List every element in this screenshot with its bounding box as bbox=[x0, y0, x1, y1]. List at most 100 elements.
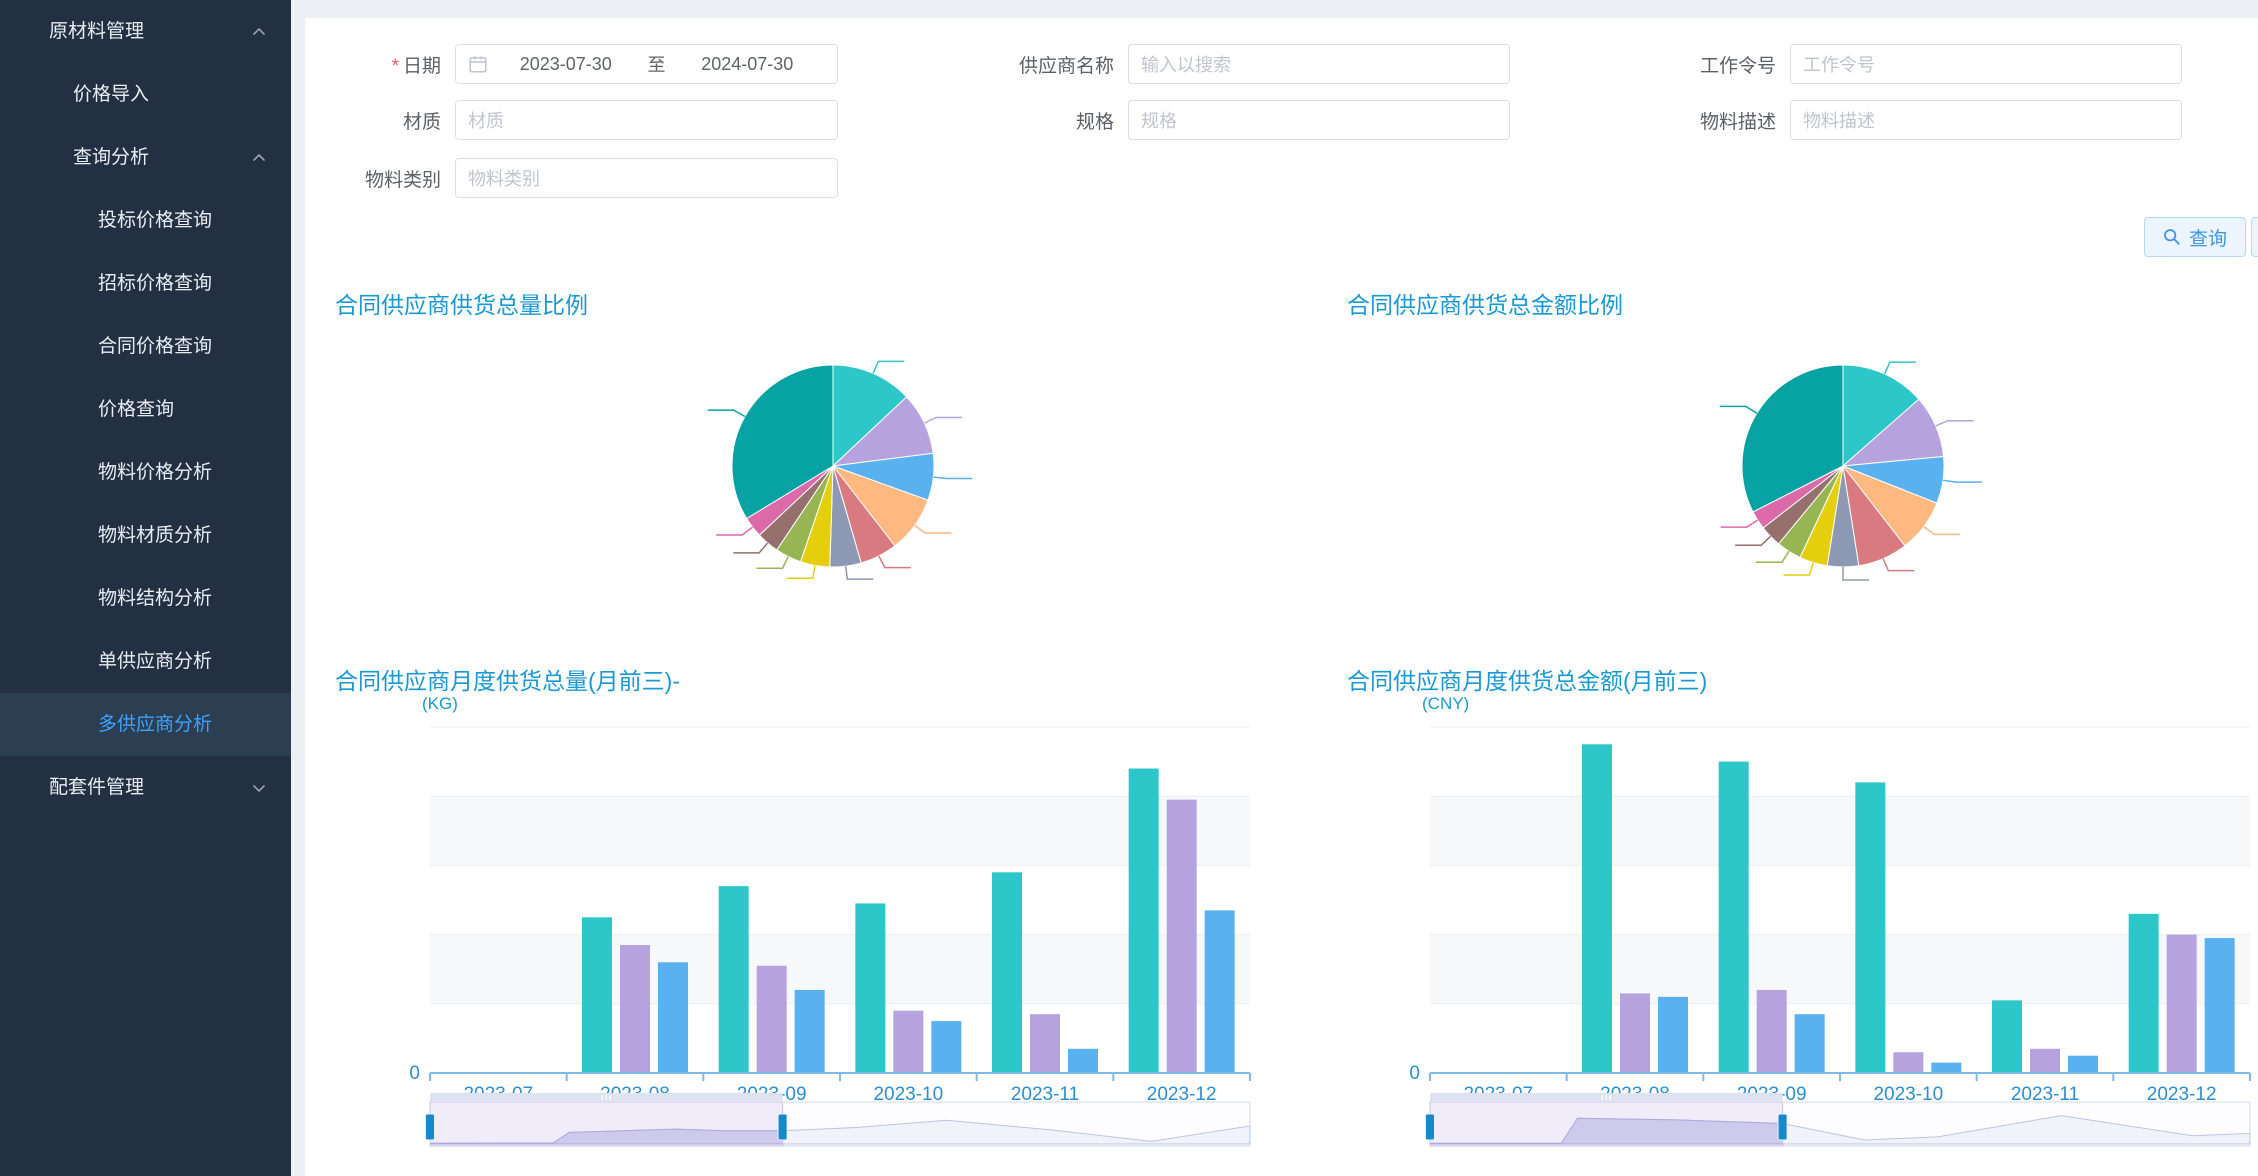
split-area-band bbox=[430, 935, 1250, 1004]
input-placeholder: 材质 bbox=[468, 107, 504, 133]
bar-2023-11-s1[interactable] bbox=[1030, 1014, 1060, 1073]
bar-2023-09-s0[interactable] bbox=[1719, 762, 1749, 1073]
bar-2023-09-s1[interactable] bbox=[757, 966, 787, 1073]
bar-amt-title: 合同供应商月度供货总金额(月前三) bbox=[1347, 662, 1707, 696]
text-input-4[interactable]: 规格 bbox=[1128, 100, 1510, 140]
pie-label-line-4 bbox=[1883, 559, 1914, 571]
sidebar-item-2[interactable]: 查询分析 bbox=[0, 126, 291, 189]
bar-2023-10-s0[interactable] bbox=[1855, 782, 1885, 1073]
move-handle-grip bbox=[606, 1095, 608, 1100]
bar-qty-title: 合同供应商月度供货总量(月前三)- bbox=[335, 662, 680, 696]
pie-label-line-6 bbox=[787, 565, 815, 578]
pie-chart-supply-quantity bbox=[613, 316, 1053, 616]
sidebar-item-label: 多供应商分析 bbox=[98, 714, 212, 735]
bar-2023-08-s1[interactable] bbox=[620, 945, 650, 1073]
zoom-slider-handle-right[interactable] bbox=[778, 1114, 787, 1140]
bar-2023-08-s0[interactable] bbox=[582, 917, 612, 1073]
pie-label-line-9 bbox=[1721, 520, 1758, 527]
text-input-2[interactable]: 工作令号 bbox=[1790, 44, 2182, 84]
bar-2023-10-s1[interactable] bbox=[1893, 1052, 1923, 1073]
pie-label-line-2 bbox=[1943, 480, 1982, 482]
query-button[interactable]: 查询 bbox=[2144, 217, 2246, 257]
bar-2023-09-s0[interactable] bbox=[719, 886, 749, 1073]
bar-2023-12-s0[interactable] bbox=[1129, 769, 1159, 1073]
form-field-2: 工作令号工作令号 bbox=[1640, 44, 2182, 84]
sidebar-item-label: 原材料管理 bbox=[49, 21, 144, 42]
field-label: 工作令号 bbox=[1640, 51, 1790, 78]
bar-2023-10-s0[interactable] bbox=[855, 903, 885, 1073]
sidebar-menu: 原材料管理价格导入查询分析投标价格查询招标价格查询合同价格查询价格查询物料价格分… bbox=[0, 0, 291, 1176]
bar-2023-11-s2[interactable] bbox=[2068, 1056, 2098, 1073]
zoom-slider-selection[interactable] bbox=[430, 1102, 783, 1146]
bar-2023-11-s2[interactable] bbox=[1068, 1049, 1098, 1073]
date-start-value: 2023-07-30 bbox=[488, 54, 644, 75]
bar-2023-09-s2[interactable] bbox=[1795, 1014, 1825, 1073]
text-input-1[interactable]: 输入以搜索 bbox=[1128, 44, 1510, 84]
bar-chart-monthly-amount: (CNY)02023-072023-082023-092023-102023-1… bbox=[1382, 693, 2258, 1158]
sidebar-item-1[interactable]: 价格导入 bbox=[0, 63, 291, 126]
bar-2023-12-s0[interactable] bbox=[2129, 914, 2159, 1073]
sidebar-item-3[interactable]: 投标价格查询 bbox=[0, 189, 291, 252]
query-button-label: 查询 bbox=[2189, 224, 2227, 251]
sidebar-item-7[interactable]: 物料价格分析 bbox=[0, 441, 291, 504]
date-end-value: 2024-07-30 bbox=[670, 54, 826, 75]
bar-2023-08-s0[interactable] bbox=[1582, 744, 1612, 1073]
sidebar-item-label: 物料材质分析 bbox=[98, 525, 212, 546]
bar-2023-11-s1[interactable] bbox=[2030, 1049, 2060, 1073]
text-input-5[interactable]: 物料描述 bbox=[1790, 100, 2182, 140]
bar-2023-08-s1[interactable] bbox=[1620, 993, 1650, 1073]
form-field-4: 规格规格 bbox=[968, 100, 1510, 140]
sidebar-item-0[interactable]: 原材料管理 bbox=[0, 0, 291, 63]
input-placeholder: 物料描述 bbox=[1803, 107, 1875, 133]
field-label: *日期 bbox=[305, 51, 455, 78]
form-field-5: 物料描述物料描述 bbox=[1640, 100, 2182, 140]
sidebar-item-label: 合同价格查询 bbox=[98, 336, 212, 357]
bar-2023-12-s2[interactable] bbox=[2205, 938, 2235, 1073]
move-handle-grip bbox=[1606, 1095, 1608, 1100]
form-field-1: 供应商名称输入以搜索 bbox=[968, 44, 1510, 84]
pie-label-line-1 bbox=[1936, 421, 1974, 426]
chevron-up-icon bbox=[251, 24, 267, 40]
main-content: *日期2023-07-30至2024-07-30 供应商名称输入以搜索 工作令号工作… bbox=[291, 0, 2258, 1176]
required-mark: * bbox=[392, 56, 399, 77]
zoom-slider-handle-right[interactable] bbox=[1778, 1114, 1787, 1140]
sidebar-item-6[interactable]: 价格查询 bbox=[0, 378, 291, 441]
bar-2023-09-s2[interactable] bbox=[795, 990, 825, 1073]
sidebar-item-12[interactable]: 配套件管理 bbox=[0, 756, 291, 819]
sidebar-item-label: 配套件管理 bbox=[49, 777, 144, 798]
bar-chart-monthly-quantity: (KG)02023-072023-082023-092023-102023-11… bbox=[382, 693, 1282, 1158]
pie-label-line-5 bbox=[1843, 567, 1869, 580]
sidebar-item-9[interactable]: 物料结构分析 bbox=[0, 567, 291, 630]
move-handle-grip bbox=[610, 1095, 612, 1100]
sidebar-item-label: 投标价格查询 bbox=[98, 210, 212, 231]
date-range-input[interactable]: 2023-07-30至2024-07-30 bbox=[455, 44, 838, 84]
text-input-3[interactable]: 材质 bbox=[455, 100, 838, 140]
zoom-slider-selection[interactable] bbox=[1430, 1102, 1783, 1146]
pie-label-line-6 bbox=[1784, 563, 1814, 576]
bar-2023-08-s2[interactable] bbox=[1658, 997, 1688, 1073]
bar-2023-12-s1[interactable] bbox=[1167, 800, 1197, 1073]
bar-2023-11-s0[interactable] bbox=[992, 872, 1022, 1073]
input-placeholder: 物料类别 bbox=[468, 165, 540, 191]
zoom-slider-handle-left[interactable] bbox=[1426, 1114, 1435, 1140]
sidebar-item-8[interactable]: 物料材质分析 bbox=[0, 504, 291, 567]
bar-2023-08-s2[interactable] bbox=[658, 962, 688, 1073]
bar-2023-10-s2[interactable] bbox=[931, 1021, 961, 1073]
split-area-band bbox=[430, 796, 1250, 865]
bar-2023-10-s2[interactable] bbox=[1931, 1063, 1961, 1073]
partial-button[interactable] bbox=[2251, 217, 2258, 257]
zoom-slider-handle-left[interactable] bbox=[426, 1114, 435, 1140]
y-axis-zero-label: 0 bbox=[1409, 1063, 1420, 1084]
bar-2023-09-s1[interactable] bbox=[1757, 990, 1787, 1073]
sidebar-item-11[interactable]: 多供应商分析 bbox=[0, 693, 291, 756]
sidebar-item-5[interactable]: 合同价格查询 bbox=[0, 315, 291, 378]
bar-2023-10-s1[interactable] bbox=[893, 1011, 923, 1073]
bar-2023-12-s1[interactable] bbox=[2167, 935, 2197, 1073]
bar-2023-11-s0[interactable] bbox=[1992, 1000, 2022, 1073]
pie-label-line-2 bbox=[933, 477, 972, 478]
sidebar-item-10[interactable]: 单供应商分析 bbox=[0, 630, 291, 693]
text-input-6[interactable]: 物料类别 bbox=[455, 158, 838, 198]
bar-2023-12-s2[interactable] bbox=[1205, 910, 1235, 1073]
sidebar-item-label: 物料结构分析 bbox=[98, 588, 212, 609]
sidebar-item-4[interactable]: 招标价格查询 bbox=[0, 252, 291, 315]
